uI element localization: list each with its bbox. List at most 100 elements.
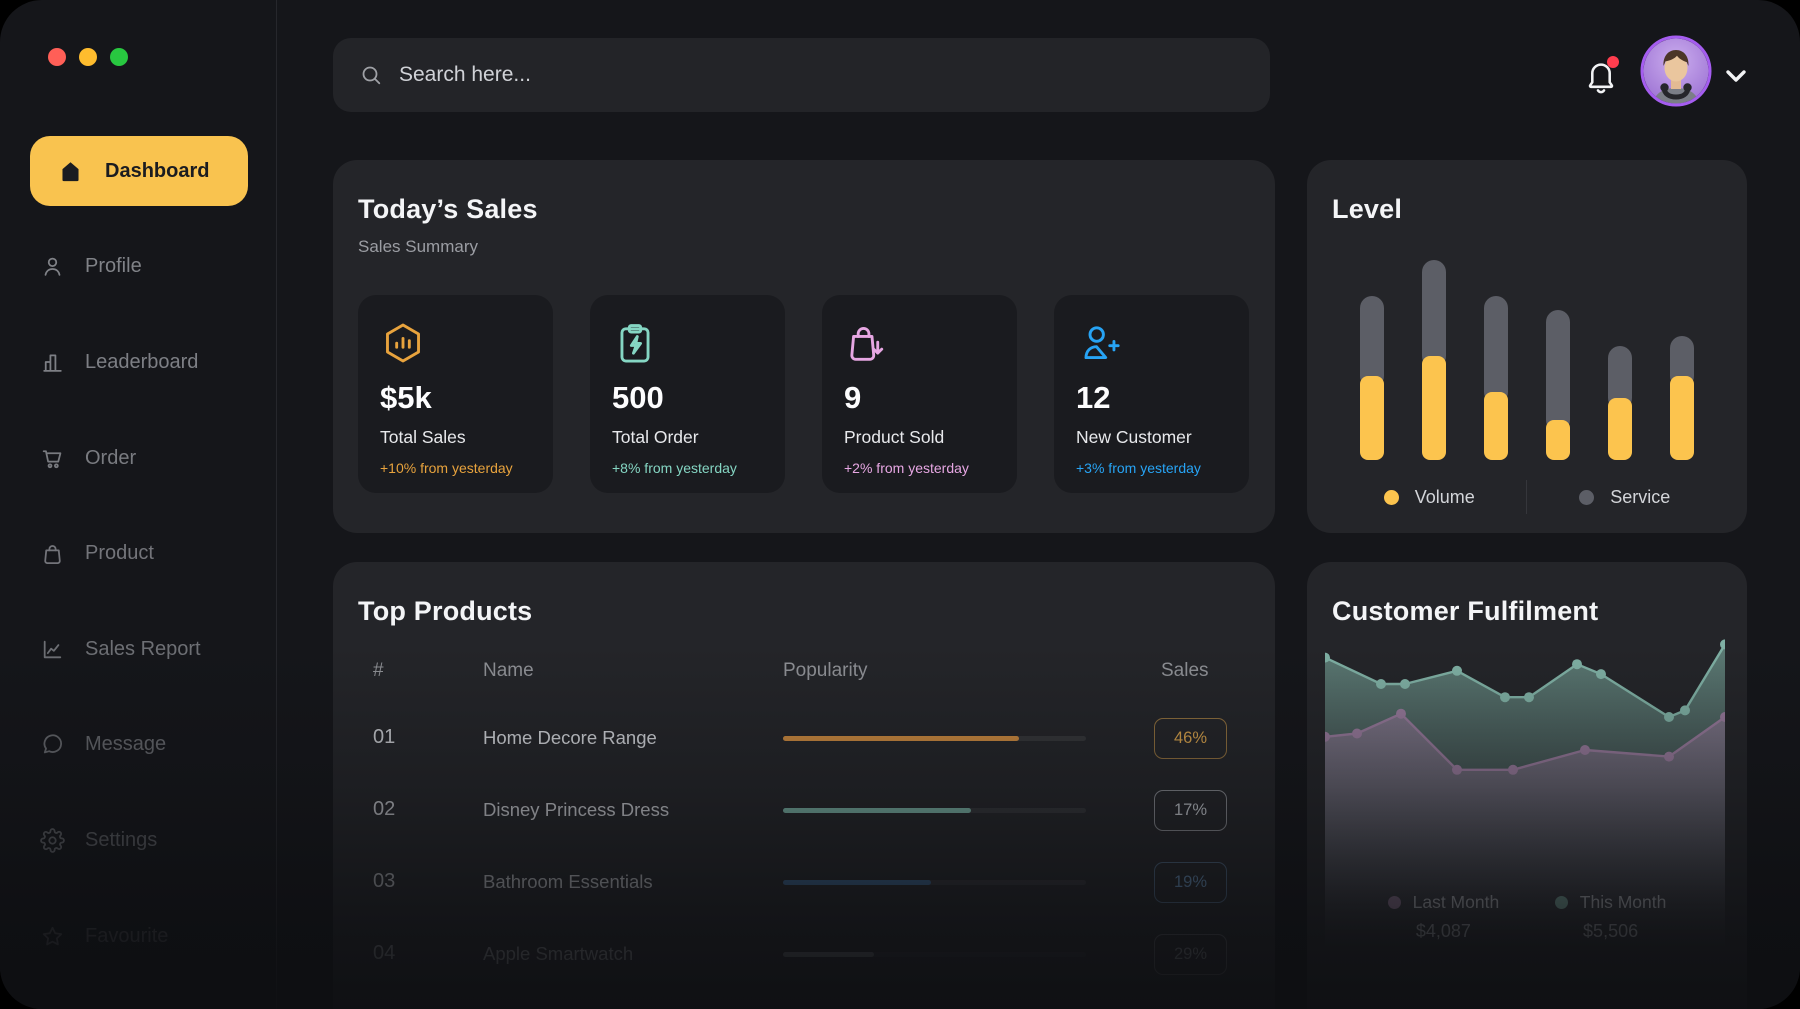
top-products-title: Top Products	[358, 596, 1250, 627]
stat-value: 500	[612, 380, 763, 416]
legend-item-service: Service	[1579, 487, 1670, 508]
product-rank: 02	[373, 798, 395, 821]
user-icon	[40, 254, 65, 279]
legend-label: Volume	[1415, 487, 1475, 508]
data-point-this-month	[1596, 669, 1606, 679]
sidebar-item-leaderboard[interactable]: Leaderboard	[40, 344, 198, 380]
legend-value: $5,506	[1583, 921, 1638, 942]
fulfilment-legend-last-month: Last Month $4,087	[1388, 892, 1500, 942]
data-point-last-month	[1664, 752, 1674, 762]
data-point-this-month	[1680, 705, 1690, 715]
volume-segment	[1670, 376, 1694, 460]
service-segment	[1422, 260, 1446, 368]
sidebar-item-sales-report[interactable]: Sales Report	[40, 631, 201, 667]
legend-dot	[1388, 896, 1401, 909]
sidebar-item-label: Profile	[85, 255, 142, 278]
stat-card-new-customer: 12New Customer+3% from yesterday	[1054, 295, 1249, 493]
header-popularity: Popularity	[783, 660, 868, 682]
sidebar-item-label: Order	[85, 447, 136, 470]
product-row-04: 04 Apple Smartwatch 29%	[333, 918, 1275, 990]
level-bar-2	[1422, 260, 1446, 460]
product-rank: 03	[373, 870, 395, 893]
hexagon-chart-icon	[380, 320, 426, 366]
sidebar-item-favourite[interactable]: Favourite	[40, 918, 168, 954]
header-sales: Sales	[1161, 660, 1209, 682]
volume-segment	[1360, 376, 1384, 460]
data-point-this-month	[1720, 639, 1725, 649]
data-point-last-month	[1508, 765, 1518, 775]
legend-item-volume: Volume	[1384, 487, 1475, 508]
sidebar-item-message[interactable]: Message	[40, 726, 166, 762]
legend-dot	[1555, 896, 1568, 909]
top-products-card: Top Products # Name Popularity Sales 01H…	[333, 562, 1275, 1009]
window-control-minimize[interactable]	[79, 48, 97, 66]
level-legend: Volume Service	[1332, 480, 1722, 514]
service-segment	[1360, 296, 1384, 388]
notification-button[interactable]	[1581, 56, 1621, 98]
data-point-last-month	[1452, 765, 1462, 775]
product-name: Disney Princess Dress	[483, 799, 669, 821]
stat-value: $5k	[380, 380, 531, 416]
sidebar-item-settings[interactable]: Settings	[40, 822, 157, 858]
home-icon	[58, 159, 83, 184]
legend-value: $4,087	[1416, 921, 1471, 942]
window-control-zoom[interactable]	[110, 48, 128, 66]
cart-icon	[40, 446, 65, 471]
stat-delta: +3% from yesterday	[1076, 460, 1227, 476]
customer-fulfilment-card: Customer Fulfilment Last Month$4,087This…	[1307, 562, 1747, 1009]
popularity-bar	[783, 736, 1086, 741]
sidebar: Dashboard Profile Leaderboard Order Product S…	[0, 0, 277, 1009]
avatar[interactable]	[1640, 35, 1712, 107]
stat-label: Total Sales	[380, 427, 531, 448]
sidebar-item-label: Leaderboard	[85, 351, 198, 374]
level-bar-6	[1670, 336, 1694, 460]
fulfilment-legend: Last Month $4,087 This Month $5,506	[1332, 892, 1722, 942]
popularity-bar-fill	[783, 880, 931, 885]
legend-label: Last Month	[1413, 892, 1500, 913]
search-input[interactable]	[399, 63, 1244, 87]
sales-stats: $5kTotal Sales+10% from yesterday500Tota…	[358, 295, 1249, 493]
stat-card-total-order: 500Total Order+8% from yesterday	[590, 295, 785, 493]
product-row-01: 01Home Decore Range46%	[333, 702, 1275, 774]
stat-card-total-sales: $5kTotal Sales+10% from yesterday	[358, 295, 553, 493]
sidebar-item-order[interactable]: Order	[40, 440, 136, 476]
product-name: Apple Smartwatch	[483, 943, 633, 965]
data-point-this-month	[1400, 679, 1410, 689]
window-control-close[interactable]	[48, 48, 66, 66]
legend-label: This Month	[1580, 892, 1667, 913]
level-card: Level VolumeService	[1307, 160, 1747, 533]
sidebar-item-label: Settings	[85, 829, 157, 852]
level-bar-5	[1608, 346, 1632, 460]
level-bar-4	[1546, 310, 1570, 460]
search-icon	[359, 63, 383, 87]
profile-menu-button[interactable]	[1720, 60, 1752, 92]
service-segment	[1484, 296, 1508, 404]
stat-card-product-sold: 9Product Sold+2% from yesterday	[822, 295, 1017, 493]
popularity-bar	[783, 880, 1086, 885]
popularity-bar	[783, 808, 1086, 813]
stat-label: Total Order	[612, 427, 763, 448]
header-num: #	[373, 660, 384, 682]
chat-icon	[40, 732, 65, 757]
sidebar-item-product[interactable]: Product	[40, 535, 154, 571]
bag-down-icon	[844, 320, 890, 366]
sidebar-item-label: Product	[85, 542, 154, 565]
popularity-bar-fill	[783, 808, 971, 813]
legend-divider	[1526, 480, 1527, 514]
legend-label: Service	[1610, 487, 1670, 508]
sidebar-item-profile[interactable]: Profile	[40, 248, 142, 284]
sidebar-item-dashboard[interactable]: Dashboard	[30, 136, 248, 206]
sidebar-item-label: Sales Report	[85, 638, 201, 661]
chart-bars-icon	[40, 350, 65, 375]
sales-badge: 29%	[1154, 934, 1227, 975]
today-sales-card: Today’s Sales Sales Summary $5kTotal Sal…	[333, 160, 1275, 533]
stat-label: New Customer	[1076, 427, 1227, 448]
popularity-bar-fill	[783, 952, 874, 957]
clipboard-bolt-icon	[612, 320, 658, 366]
search-bar[interactable]	[333, 38, 1270, 112]
sidebar-item-label: Message	[85, 733, 166, 756]
product-rank: 04	[373, 942, 395, 965]
sales-badge: 46%	[1154, 718, 1227, 759]
avatar-image	[1640, 35, 1712, 107]
volume-segment	[1608, 398, 1632, 460]
